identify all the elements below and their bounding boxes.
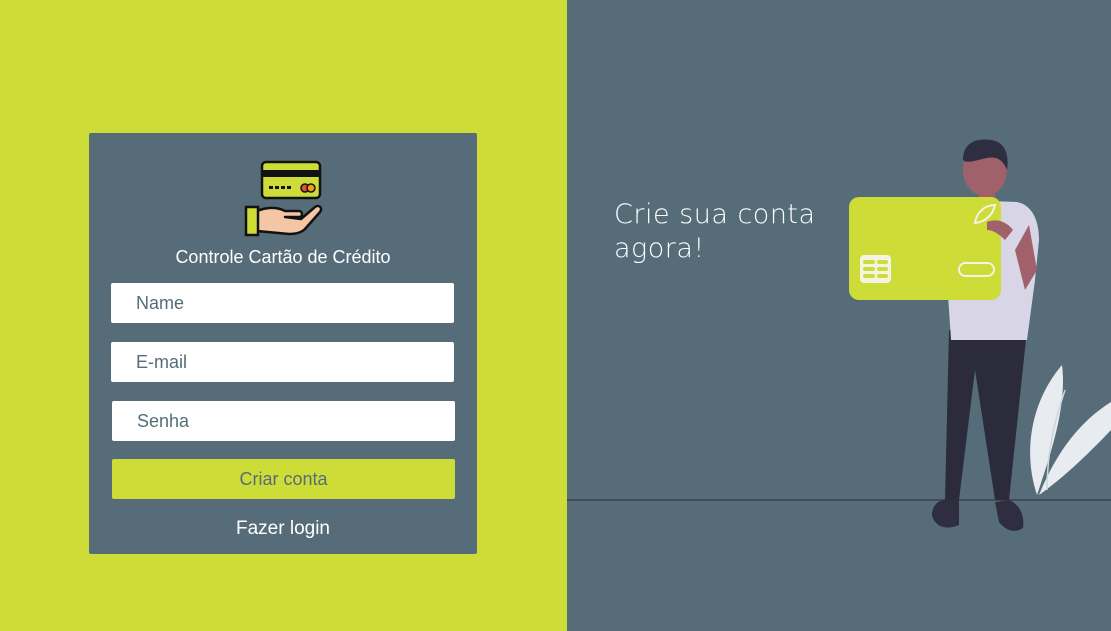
login-link[interactable]: Fazer login — [89, 518, 477, 540]
name-field[interactable] — [111, 283, 454, 323]
create-account-button[interactable]: Criar conta — [112, 459, 455, 499]
email-field[interactable] — [111, 342, 454, 382]
left-panel: Controle Cartão de Crédito Criar conta F… — [0, 0, 567, 631]
signup-form-card: Controle Cartão de Crédito Criar conta F… — [89, 133, 477, 554]
app-title: Controle Cartão de Crédito — [175, 247, 391, 267]
person-holding-credit-card-icon — [567, 139, 1111, 531]
password-field[interactable] — [112, 401, 455, 441]
credit-card-in-hand-icon — [244, 160, 323, 237]
